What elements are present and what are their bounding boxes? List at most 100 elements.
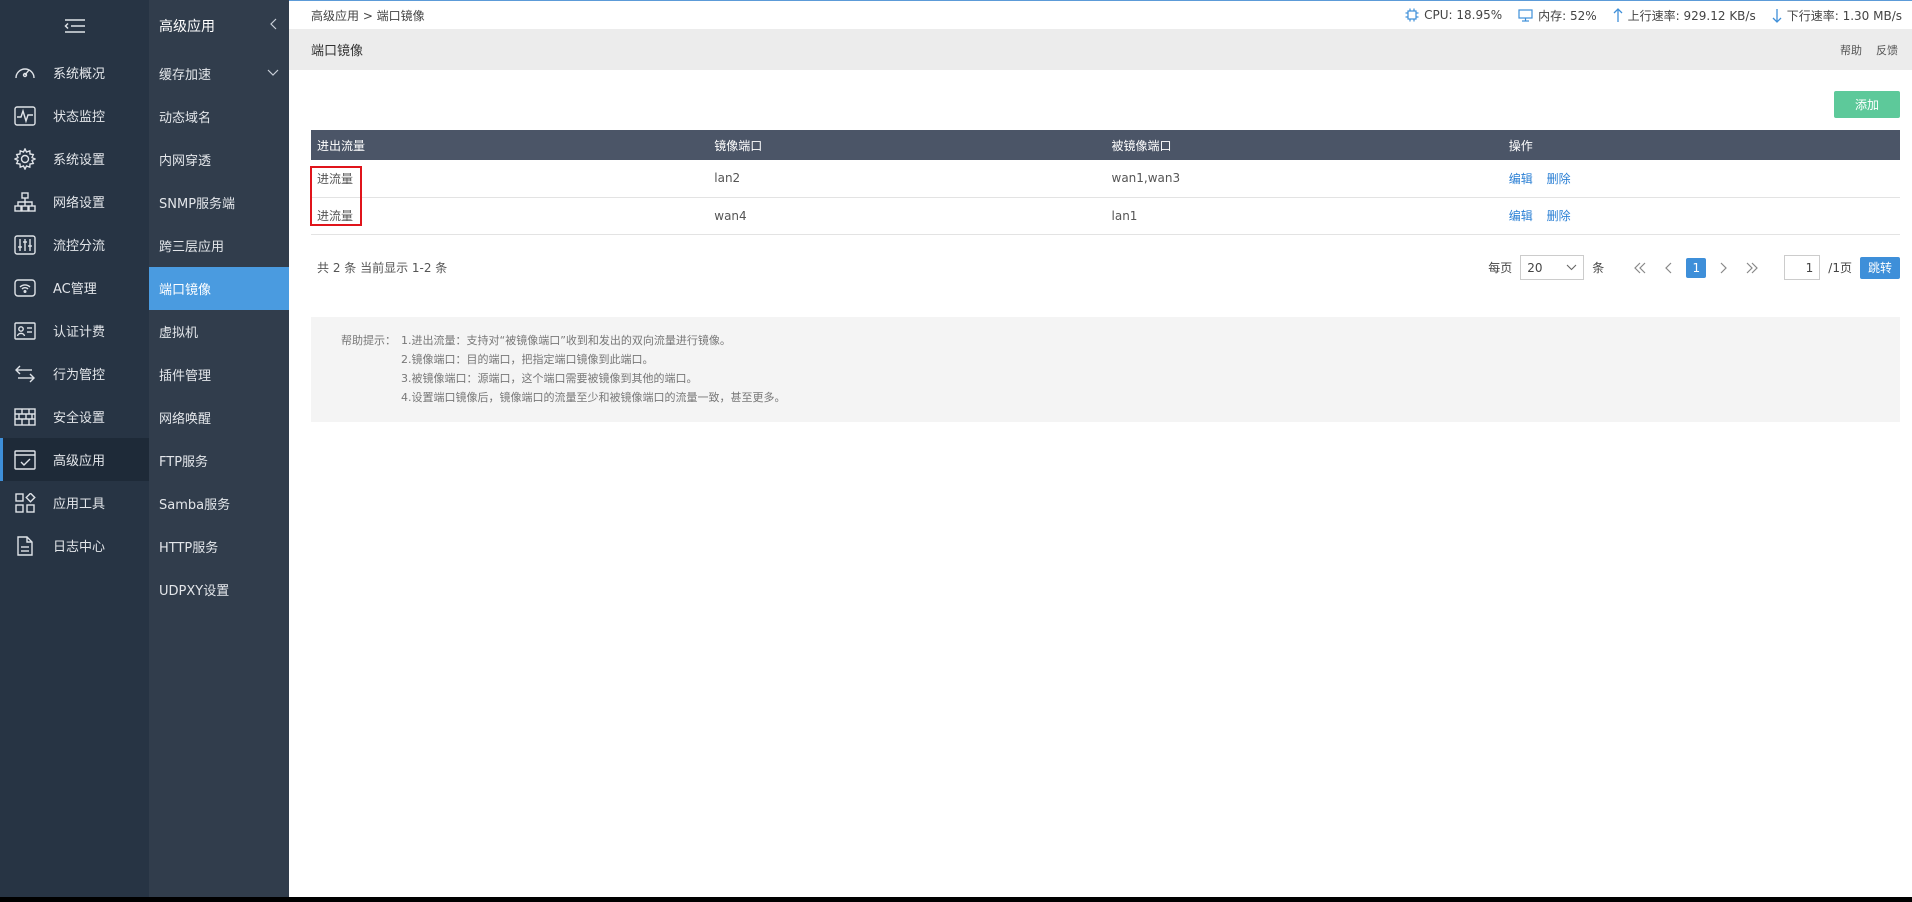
sidebar-item-label: 网络设置 <box>53 196 106 211</box>
subnav-item-label: 跨三层应用 <box>159 240 225 255</box>
download-value: 下行速率: 1.30 MB/s <box>1786 8 1902 23</box>
subnav-item-label: 内网穿透 <box>159 154 212 169</box>
edit-link[interactable]: 编辑 <box>1509 209 1533 223</box>
sidebar-item-advanced[interactable]: 高级应用 <box>0 438 149 481</box>
chevron-down-icon <box>1566 264 1577 271</box>
page-jump-value: 1 <box>1805 260 1814 275</box>
arrow-up-icon <box>1613 7 1623 22</box>
sidebar-item-label: 系统概况 <box>53 67 106 82</box>
sidebar-item-label: 安全设置 <box>53 411 106 426</box>
sidebar-item-label: 系统设置 <box>53 153 106 168</box>
page-number-current[interactable]: 1 <box>1686 257 1707 278</box>
subnav-item-ftp[interactable]: FTP服务 <box>149 439 289 482</box>
per-page-value: 20 <box>1527 260 1543 275</box>
subnav-item-plugins[interactable]: 插件管理 <box>149 353 289 396</box>
table-row: 进流量 lan2 wan1,wan3 编辑 删除 <box>311 160 1900 197</box>
menu-collapse-icon <box>63 19 85 33</box>
wifi-router-icon <box>13 276 37 300</box>
sidebar-item-label: 状态监控 <box>53 110 106 125</box>
subnav-item-wol[interactable]: 网络唤醒 <box>149 396 289 439</box>
upload-stat: 上行速率: 929.12 KB/s <box>1613 7 1756 24</box>
jump-button[interactable]: 跳转 <box>1859 256 1900 279</box>
breadcrumb: 高级应用 > 端口镜像 <box>311 8 425 23</box>
subnav-item-label: 虚拟机 <box>159 326 199 341</box>
next-page-button[interactable] <box>1714 258 1734 278</box>
total-pages-label: /1页 <box>1828 261 1852 275</box>
sidebar-item-flow-control[interactable]: 流控分流 <box>0 223 149 266</box>
sidebar-item-tools[interactable]: 应用工具 <box>0 481 149 524</box>
memory-value: 内存: 52% <box>1538 8 1597 23</box>
edit-link[interactable]: 编辑 <box>1509 172 1533 186</box>
add-button[interactable]: 添加 <box>1834 91 1900 118</box>
per-page-select[interactable]: 20 <box>1520 255 1585 280</box>
app-window: 系统概况 状态监控 系统设置 网络设置 流控分流 AC管理 认证计费 行为管控 … <box>0 0 1912 897</box>
subnav-item-http[interactable]: HTTP服务 <box>149 525 289 568</box>
help-link[interactable]: 帮助 <box>1840 42 1862 58</box>
chevron-down-icon <box>267 66 279 81</box>
highlight-annotation-box <box>310 166 362 226</box>
id-card-icon <box>13 319 37 343</box>
subnav-item-port-mirror[interactable]: 端口镜像 <box>149 267 289 310</box>
cell-actions: 编辑 删除 <box>1503 160 1900 197</box>
per-page-label: 每页 <box>1488 261 1513 275</box>
cpu-chip-icon <box>1405 8 1419 22</box>
help-tip-line: 2.镜像端口：目的端口，把指定端口镜像到此端口。 <box>401 352 654 366</box>
firewall-icon <box>13 405 37 429</box>
document-icon <box>13 534 37 558</box>
subnav-item-label: SNMP服务端 <box>159 197 236 212</box>
delete-link[interactable]: 删除 <box>1547 209 1571 223</box>
top-status-bar: 高级应用 > 端口镜像 CPU: 18.95% 内存: 52% 上行速率: 92… <box>289 0 1912 29</box>
subnav-item-ddns[interactable]: 动态域名 <box>149 95 289 138</box>
sub-sidebar-title: 高级应用 <box>159 19 215 35</box>
checklist-icon <box>13 448 37 472</box>
cell-actions: 编辑 删除 <box>1503 197 1900 234</box>
port-mirror-table: 进出流量 镜像端口 被镜像端口 操作 进流量 lan2 wan1,wan3 编辑… <box>311 130 1900 235</box>
sub-sidebar: 高级应用 缓存加速 动态域名 内网穿透 SNMP服务端 跨三层应用 端口镜像 虚… <box>149 0 289 897</box>
subnav-item-samba[interactable]: Samba服务 <box>149 482 289 525</box>
chevron-right-icon <box>1720 262 1728 273</box>
page-title: 端口镜像 <box>311 44 364 59</box>
sidebar-item-label: 应用工具 <box>53 497 106 512</box>
column-header-actions: 操作 <box>1508 138 1533 153</box>
per-page-unit: 条 <box>1592 261 1605 275</box>
network-tree-icon <box>13 190 37 214</box>
subnav-item-udpxy[interactable]: UDPXY设置 <box>149 568 289 611</box>
sidebar-item-label: 行为管控 <box>53 368 106 383</box>
cell-mirrored-port: lan1 <box>1111 208 1138 223</box>
table-header-row: 进出流量 镜像端口 被镜像端口 操作 <box>311 130 1900 160</box>
subnav-item-cache-accel[interactable]: 缓存加速 <box>149 52 289 95</box>
sidebar-item-monitor[interactable]: 状态监控 <box>0 94 149 137</box>
feedback-link[interactable]: 反馈 <box>1876 42 1898 58</box>
subnav-item-nat-traversal[interactable]: 内网穿透 <box>149 138 289 181</box>
prev-page-button[interactable] <box>1658 258 1678 278</box>
subnav-item-layer3[interactable]: 跨三层应用 <box>149 224 289 267</box>
cpu-stat: CPU: 18.95% <box>1405 8 1502 22</box>
double-chevron-left-icon <box>1634 262 1646 273</box>
cpu-value: CPU: 18.95% <box>1424 8 1503 22</box>
arrows-exchange-icon <box>13 362 37 386</box>
last-page-button[interactable] <box>1742 258 1762 278</box>
sidebar-item-label: 高级应用 <box>53 454 106 469</box>
sidebar-item-ac-management[interactable]: AC管理 <box>0 266 149 309</box>
main-sidebar: 系统概况 状态监控 系统设置 网络设置 流控分流 AC管理 认证计费 行为管控 … <box>0 0 149 897</box>
collapse-chevron-left-icon[interactable] <box>269 18 277 34</box>
dashboard-gauge-icon <box>13 61 37 85</box>
cell-direction: 进流量 <box>317 209 354 223</box>
page-jump-input[interactable]: 1 <box>1784 255 1821 280</box>
subnav-item-snmp[interactable]: SNMP服务端 <box>149 181 289 224</box>
sub-sidebar-header: 高级应用 <box>149 0 289 52</box>
subnav-item-vm[interactable]: 虚拟机 <box>149 310 289 353</box>
subnav-item-label: HTTP服务 <box>159 541 219 556</box>
sidebar-item-system-settings[interactable]: 系统设置 <box>0 137 149 180</box>
sidebar-item-logs[interactable]: 日志中心 <box>0 524 149 567</box>
sidebar-item-security[interactable]: 安全设置 <box>0 395 149 438</box>
sidebar-item-auth-billing[interactable]: 认证计费 <box>0 309 149 352</box>
sidebar-item-overview[interactable]: 系统概况 <box>0 51 149 94</box>
menu-toggle-button[interactable] <box>0 0 149 52</box>
first-page-button[interactable] <box>1630 258 1650 278</box>
sidebar-item-network[interactable]: 网络设置 <box>0 180 149 223</box>
delete-link[interactable]: 删除 <box>1547 172 1571 186</box>
pulse-monitor-icon <box>13 104 37 128</box>
sidebar-item-behavior-control[interactable]: 行为管控 <box>0 352 149 395</box>
help-tips-panel: 帮助提示： 1.进出流量：支持对“被镜像端口”收到和发出的双向流量进行镜像。 2… <box>311 316 1900 422</box>
